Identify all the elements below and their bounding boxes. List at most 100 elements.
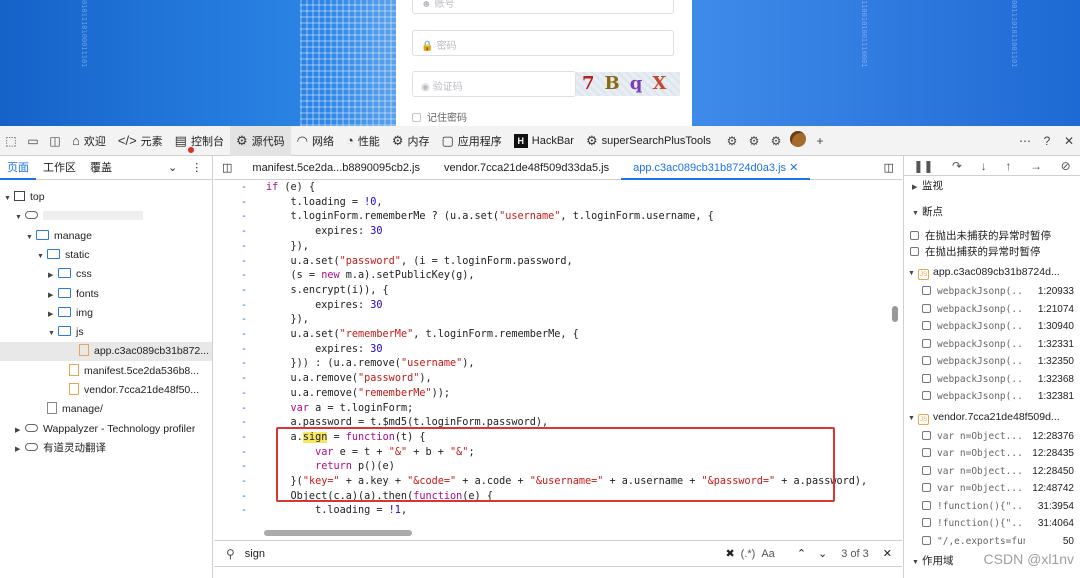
breakpoint-checkbox[interactable] xyxy=(922,500,931,510)
step-into-icon[interactable]: ↓ xyxy=(981,159,987,173)
line-gutter[interactable]: - xyxy=(241,475,247,490)
tab-wifi[interactable]: ◠ 网络 xyxy=(291,126,340,156)
tab-gear[interactable]: ⚙ 内存 xyxy=(386,126,436,156)
caret-right-icon[interactable]: ▶ xyxy=(48,266,58,284)
dock-sidebar-icon[interactable]: ◫ xyxy=(44,134,66,148)
editor-tab-active[interactable]: app.c3ac089cb31b8724d0a3.js ✕ xyxy=(621,156,811,180)
next-match-icon[interactable]: ⌄ xyxy=(818,547,827,560)
tab-bug[interactable]: ⚙ 源代码 xyxy=(229,125,291,156)
cookie-icon[interactable] xyxy=(787,131,809,150)
horizontal-scrollbar[interactable] xyxy=(264,530,412,536)
tab-code[interactable]: </> 元素 xyxy=(112,126,169,156)
caret-right-icon[interactable]: ▶ xyxy=(15,440,25,458)
caret-down-icon[interactable]: ▼ xyxy=(15,208,25,226)
step-out-icon[interactable]: ↑ xyxy=(1005,159,1011,173)
close-tab-icon[interactable]: ✕ xyxy=(789,162,798,174)
tree-item[interactable]: manifest.5ce2da536b8... xyxy=(59,362,199,381)
breakpoint-item[interactable]: !function(){"... 31:4064 xyxy=(922,515,1078,532)
breakpoint-item[interactable]: var n=Object... 12:28450 xyxy=(922,463,1078,480)
breakpoint-checkbox[interactable] xyxy=(922,373,931,383)
breakpoint-checkbox[interactable] xyxy=(922,465,931,475)
line-gutter[interactable]: - xyxy=(241,446,247,461)
tab-home[interactable]: ⌂ 欢迎 xyxy=(66,126,112,156)
breakpoint-item[interactable]: webpackJsonp(... 1:32331 xyxy=(922,336,1078,353)
line-gutter[interactable]: - xyxy=(241,225,247,240)
tab-hackbar[interactable]: H HackBar xyxy=(508,126,580,156)
caret-down-icon[interactable]: ▼ xyxy=(26,228,36,246)
editor-tab[interactable]: vendor.7cca21de48f509d33da5.js xyxy=(432,156,621,180)
breakpoint-checkbox[interactable] xyxy=(922,391,931,400)
tab-app[interactable]: ▢ 应用程序 xyxy=(435,126,507,156)
line-gutter[interactable]: - xyxy=(241,284,247,299)
chevron-down-icon[interactable]: ⌄ xyxy=(161,156,184,180)
search-input[interactable]: sign xyxy=(245,548,726,560)
tree-item[interactable]: ▼ js xyxy=(48,323,84,342)
line-gutter[interactable]: - xyxy=(241,313,247,328)
toggle-navigator-icon[interactable]: ◫ xyxy=(214,161,240,174)
case-toggle[interactable]: Aa xyxy=(761,548,774,560)
scope-section[interactable]: ▼ 作用域 xyxy=(912,553,954,570)
account-field[interactable]: ☻ 账号 xyxy=(412,0,674,14)
tab-overrides[interactable]: 覆盖 xyxy=(83,156,119,180)
breakpoint-file[interactable]: ▼ JS app.c3ac089cb31b8724d... xyxy=(908,264,1078,281)
breakpoint-item[interactable]: !function(){"... 31:3954 xyxy=(922,498,1078,515)
breakpoint-checkbox[interactable] xyxy=(922,338,931,348)
device-toolbar-icon[interactable]: ▭ xyxy=(22,134,44,148)
breakpoint-item[interactable]: "/,e.exports=funct... 50 xyxy=(922,533,1078,550)
tab-page[interactable]: 页面 xyxy=(0,156,36,180)
captcha-image[interactable]: 7BqX xyxy=(576,72,680,96)
watch-section[interactable]: ▶ 监视 xyxy=(912,178,943,195)
remember-checkbox[interactable]: 记住密码 xyxy=(412,109,467,124)
breakpoint-checkbox[interactable] xyxy=(922,448,931,457)
breakpoint-checkbox[interactable] xyxy=(922,430,931,440)
breakpoint-item[interactable]: webpackJsonp(... 1:20933 xyxy=(922,283,1078,300)
breakpoint-checkbox[interactable] xyxy=(922,286,931,295)
tree-item[interactable]: ▶ Wappalyzer - Technology profiler xyxy=(15,420,195,439)
deactivate-breakpoints-icon[interactable]: ⊘ xyxy=(1061,159,1071,173)
extension-icon[interactable]: ⚙ xyxy=(765,134,787,148)
line-gutter[interactable]: - xyxy=(241,210,247,225)
breakpoint-checkbox[interactable] xyxy=(922,303,931,313)
tree-item[interactable]: ▼ static xyxy=(37,246,90,265)
breakpoint-item[interactable]: var n=Object... 12:28376 xyxy=(922,428,1078,445)
tab-console[interactable]: ▤ 控制台 xyxy=(169,126,230,156)
line-gutter[interactable]: - xyxy=(241,299,247,314)
breakpoint-checkbox[interactable] xyxy=(922,518,931,527)
caret-down-icon[interactable]: ▼ xyxy=(37,247,47,265)
caret-right-icon[interactable]: ▶ xyxy=(48,305,58,323)
editor-tab[interactable]: manifest.5ce2da...b8890095cb2.js xyxy=(240,156,432,180)
line-gutter[interactable]: - xyxy=(241,372,247,387)
pause-option[interactable]: 在抛出未捕获的异常时暂停 xyxy=(910,228,1051,245)
more-options-icon[interactable]: ⋯ xyxy=(1014,134,1036,148)
close-search-icon[interactable]: ✕ xyxy=(883,547,892,560)
checkbox[interactable] xyxy=(910,231,919,240)
vertical-scrollbar[interactable] xyxy=(892,306,898,322)
tree-item[interactable]: ▼ manage xyxy=(26,227,92,246)
line-gutter[interactable]: - xyxy=(241,240,247,255)
line-gutter[interactable]: - xyxy=(241,490,247,505)
breakpoint-item[interactable]: webpackJsonp(... 1:21074 xyxy=(922,301,1078,318)
tree-item[interactable]: ▶ 有道灵动翻译 xyxy=(15,439,106,458)
tab-extension[interactable]: ⚙ superSearchPlusTools xyxy=(580,126,717,156)
breakpoint-checkbox[interactable] xyxy=(922,321,931,330)
breakpoint-checkbox[interactable] xyxy=(922,356,931,365)
line-gutter[interactable]: - xyxy=(241,181,247,196)
step-over-icon[interactable]: ↷ xyxy=(952,159,962,173)
breakpoint-item[interactable]: webpackJsonp(... 1:32350 xyxy=(922,353,1078,370)
line-gutter[interactable]: - xyxy=(241,269,247,284)
breakpoint-item[interactable]: var n=Object... 12:28435 xyxy=(922,445,1078,462)
tree-item[interactable]: app.c3ac089cb31b872... xyxy=(0,342,212,362)
line-gutter[interactable]: - xyxy=(241,431,247,446)
tree-item[interactable]: ▼ top xyxy=(4,188,45,207)
clear-search-icon[interactable]: ✖ xyxy=(725,547,734,560)
checkbox[interactable] xyxy=(910,247,919,256)
breakpoint-item[interactable]: var n=Object... 12:48742 xyxy=(922,480,1078,497)
tree-item[interactable]: ▶ css xyxy=(48,265,92,284)
close-icon[interactable]: ✕ xyxy=(1058,134,1080,148)
line-gutter[interactable]: - xyxy=(241,196,247,211)
password-field[interactable]: 🔒 密码 xyxy=(412,30,674,56)
caret-right-icon[interactable]: ▶ xyxy=(48,286,58,304)
breakpoint-checkbox[interactable] xyxy=(922,483,931,492)
caret-right-icon[interactable]: ▶ xyxy=(15,421,25,439)
line-gutter[interactable]: - xyxy=(241,416,247,431)
